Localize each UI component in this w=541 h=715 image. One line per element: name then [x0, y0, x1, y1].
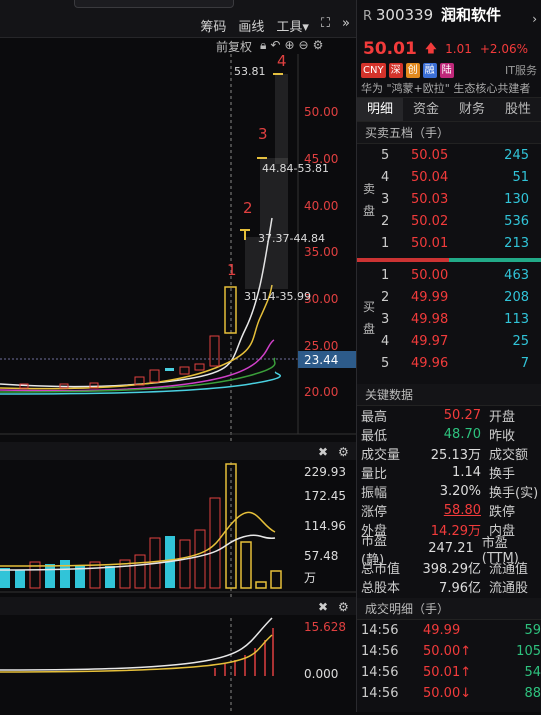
tag-shen[interactable]: 深 — [388, 62, 403, 78]
buy-row[interactable]: 5 49.96 7 — [381, 352, 541, 374]
trade-row: 14:56 50.00↓ 88 — [361, 686, 541, 701]
draw-line-button[interactable]: 画线 — [238, 16, 264, 35]
stock-header: R 300339 润和软件 › — [357, 0, 541, 38]
sell-row[interactable]: 3 50.03 130 — [381, 188, 541, 210]
tag-rong[interactable]: 融 — [422, 62, 437, 78]
trade-row: 14:56 50.01↑ 54 — [361, 665, 541, 680]
key-data-table: 最高 50.27 开盘 最低 48.70 昨收 成交量 25.13万 成交额 量比 1.14 换… — [361, 408, 539, 596]
industry-tag[interactable]: IT服务 — [505, 62, 537, 78]
tag-lu[interactable]: 陆 — [439, 62, 454, 78]
fuquan-selector[interactable]: 前复权 — [216, 38, 252, 55]
chips-button[interactable]: 筹码 — [200, 16, 226, 35]
vol-ma-yellow — [0, 511, 276, 567]
gap-range-label: 31.14-35.99 — [244, 290, 311, 303]
y-tick: 50.00 — [304, 105, 338, 119]
stock-name: 润和软件 — [440, 6, 501, 24]
vol-tick: 57.48 — [304, 549, 338, 563]
current-price-label: 23.44 — [304, 353, 338, 367]
board-count: 2 — [243, 199, 253, 217]
stock-tags: CNY 深 创 融 陆 IT服务 — [357, 60, 541, 80]
sell-row[interactable]: 4 50.04 51 — [381, 166, 541, 188]
sell-side-label: 卖盘 — [362, 182, 375, 218]
settings-icon[interactable]: ⚙ — [338, 445, 349, 459]
ind-tick: 0.000 — [304, 667, 338, 681]
vol-tick: 114.96 — [304, 519, 346, 533]
trade-row: 14:56 49.99 59 — [361, 623, 541, 638]
buy-row[interactable]: 1 50.00 463 — [381, 264, 541, 286]
candle-green — [165, 368, 174, 371]
kline-svg: 50.00 45.00 40.00 35.00 30.00 25.00 20.0… — [0, 52, 356, 712]
tag-chuang[interactable]: 创 — [405, 62, 420, 78]
tab-finance[interactable]: 财务 — [449, 98, 495, 121]
sell-row[interactable]: 1 50.01 213 — [381, 232, 541, 254]
search-input[interactable] — [74, 0, 234, 8]
indicator-bars — [214, 628, 274, 676]
ind-tick: 15.628 — [304, 620, 346, 634]
close-icon[interactable]: ✖ — [318, 600, 328, 614]
y-tick: 35.00 — [304, 245, 338, 259]
trade-row: 14:56 50.00↑ 105 — [361, 644, 541, 659]
collapse-icon[interactable]: » — [342, 16, 350, 35]
y-tick: 20.00 — [304, 385, 338, 399]
tools-menu-button[interactable]: 工具▾ — [276, 16, 309, 35]
volume-panel-header — [0, 442, 356, 460]
chevron-right-icon[interactable]: › — [532, 12, 537, 26]
zoom-in-icon[interactable]: ⊕ — [284, 38, 294, 53]
concept-text[interactable]: 华为 "鸿蒙+欧拉" 生态核心共建者 — [357, 80, 541, 98]
chart-area[interactable]: 50.00 45.00 40.00 35.00 30.00 25.00 20.0… — [0, 52, 356, 714]
vol-unit: 万 — [304, 571, 316, 585]
y-tick: 40.00 — [304, 199, 338, 213]
orderbook-title: 买卖五档（手） — [357, 122, 541, 144]
close-icon[interactable]: ✖ — [318, 445, 328, 459]
vol-tick: 229.93 — [304, 465, 346, 479]
board-count: 4 — [277, 54, 287, 70]
last-price: 50.01 — [363, 39, 417, 59]
settings-icon[interactable]: ⚙ — [313, 38, 324, 53]
sell-row[interactable]: 2 50.02 536 — [381, 210, 541, 232]
chart-subbar: 前复权 🔒︎ ↶ ⊕ ⊖ ⚙ — [0, 38, 356, 54]
detail-tabs: 明细 资金 财务 股性 — [357, 98, 541, 122]
buy-book: 买盘 1 50.00 463 2 49.99 208 3 49.98 113 4 49.97 2… — [357, 262, 541, 376]
up-arrow-icon: 🡅︎ — [424, 40, 438, 55]
tab-detail[interactable]: 明细 — [357, 98, 403, 121]
board-count: 1 — [227, 261, 237, 279]
buy-row[interactable]: 2 49.99 208 — [381, 286, 541, 308]
board-count: 3 — [258, 125, 268, 143]
sell-row[interactable]: 5 50.05 245 — [381, 144, 541, 166]
tab-funds[interactable]: 资金 — [403, 98, 449, 121]
buy-row[interactable]: 4 49.97 25 — [381, 330, 541, 352]
tab-stock-nature[interactable]: 股性 — [495, 98, 541, 121]
price-row: 50.01 🡅︎ 1.01 +2.06% — [357, 38, 541, 60]
undo-icon[interactable]: ↶ — [270, 38, 280, 53]
gap-box — [275, 74, 288, 164]
vol-ma-white — [0, 534, 276, 571]
key-data-title: 关键数据 — [357, 384, 541, 406]
vol-tick: 172.45 — [304, 489, 346, 503]
sell-book: 卖盘 5 50.05 245 4 50.04 51 3 50.03 130 2 50.02 53… — [357, 144, 541, 258]
settings-icon[interactable]: ⚙ — [338, 600, 349, 614]
price-change: 1.01 — [445, 42, 472, 56]
gap-range-label: 44.84-53.81 — [262, 162, 329, 175]
stock-code: 300339 — [375, 6, 434, 24]
fullscreen-icon[interactable]: ⛶ — [321, 16, 330, 35]
trades-title: 成交明细（手） — [357, 598, 541, 620]
zoom-out-icon[interactable]: ⊖ — [299, 38, 309, 53]
indicator-panel-header — [0, 597, 356, 615]
lock-icon[interactable]: 🔒︎ — [260, 38, 266, 53]
buy-row[interactable]: 3 49.98 113 — [381, 308, 541, 330]
tag-cny[interactable]: CNY — [361, 62, 386, 78]
trades-list: 14:56 49.99 59 14:56 50.00↑ 105 14:56 50.01↑ 5… — [357, 620, 541, 704]
chart-toolbar: 筹码 画线 工具▾ ⛶ » — [0, 0, 356, 38]
gap-range-label: 37.37-44.84 — [258, 232, 325, 245]
price-change-pct: +2.06% — [479, 42, 529, 56]
buy-side-label: 买盘 — [362, 300, 375, 336]
high-label: 53.81 — [234, 65, 266, 78]
stock-prefix: R — [363, 9, 373, 24]
y-tick: 25.00 — [304, 339, 338, 353]
quote-panel: R 300339 润和软件 › 50.01 🡅︎ 1.01 +2.06% CNY… — [356, 0, 541, 712]
